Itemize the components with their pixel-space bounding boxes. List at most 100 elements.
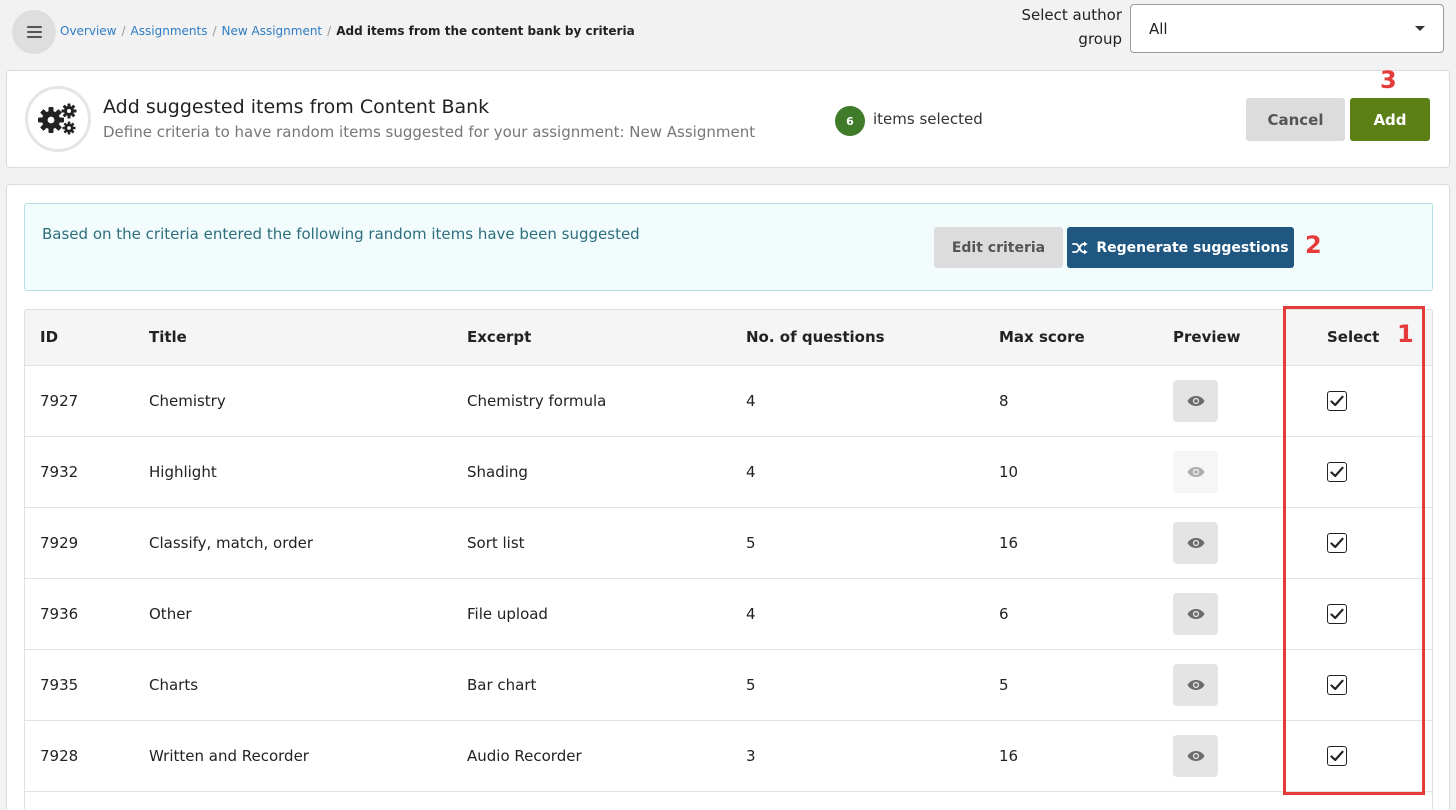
column-header-questions: No. of questions	[746, 310, 999, 366]
add-button[interactable]: Add	[1350, 98, 1430, 141]
top-bar: Overview / Assignments / New Assignment …	[0, 0, 1456, 66]
cell-id: 7928	[40, 746, 79, 765]
cell-questions: 4	[746, 462, 756, 481]
cell-excerpt: Sort list	[467, 533, 525, 552]
cell-id: 7927	[40, 391, 79, 410]
annotation-3: 3	[1380, 66, 1397, 94]
breadcrumb-assignments[interactable]: Assignments	[131, 24, 208, 38]
cell-excerpt: Chemistry formula	[467, 391, 607, 410]
column-header-excerpt: Excerpt	[467, 310, 746, 366]
hamburger-icon	[26, 26, 42, 38]
suggestions-card: Based on the criteria entered the follow…	[6, 184, 1450, 810]
select-checkbox[interactable]	[1327, 461, 1347, 482]
items-table-container: ID Title Excerpt No. of questions Max sc…	[24, 309, 1433, 810]
eye-icon	[1187, 395, 1205, 407]
cell-questions: 5	[746, 675, 756, 694]
hamburger-menu-button[interactable]	[12, 10, 56, 54]
annotation-1: 1	[1397, 320, 1414, 348]
table-row: 7929 Classify, match, order Sort list 5 16	[25, 507, 1432, 578]
table-header-row: ID Title Excerpt No. of questions Max sc…	[25, 310, 1432, 366]
column-header-preview: Preview	[1173, 310, 1297, 366]
cell-preview	[1173, 720, 1297, 791]
cell-title: Other	[149, 604, 192, 623]
cell-id: 7929	[40, 533, 79, 552]
breadcrumb-current: Add items from the content bank by crite…	[336, 24, 635, 38]
cell-questions: 4	[746, 604, 756, 623]
select-checkbox[interactable]	[1327, 532, 1347, 553]
table-row: 7936 Other File upload 4 6	[25, 578, 1432, 649]
cell-select	[1297, 365, 1432, 436]
checkmark-icon	[1330, 537, 1344, 549]
cell-preview	[1173, 365, 1297, 436]
preview-button[interactable]	[1173, 663, 1218, 706]
cell-title: Highlight	[149, 462, 217, 481]
select-checkbox[interactable]	[1327, 674, 1347, 695]
column-header-id: ID	[25, 310, 149, 366]
preview-button[interactable]	[1173, 521, 1218, 564]
column-header-title: Title	[149, 310, 467, 366]
eye-icon	[1187, 750, 1205, 762]
cell-title: Chemistry	[149, 391, 226, 410]
cell-preview	[1173, 649, 1297, 720]
cell-excerpt: Audio Recorder	[467, 746, 582, 765]
cell-id: 7936	[40, 604, 79, 623]
select-checkbox[interactable]	[1327, 745, 1347, 766]
page-title: Add suggested items from Content Bank	[103, 96, 490, 118]
cell-id: 7935	[40, 675, 79, 694]
cell-excerpt: Bar chart	[467, 675, 537, 694]
table-row: 7932 Highlight Shading 4 10	[25, 436, 1432, 507]
cell-excerpt: Shading	[467, 462, 528, 481]
cell-select	[1297, 649, 1432, 720]
breadcrumb-separator: /	[327, 24, 332, 38]
breadcrumb-overview[interactable]: Overview	[60, 24, 117, 38]
preview-button[interactable]	[1173, 592, 1218, 635]
cell-max-score: 8	[999, 391, 1009, 410]
selected-count-text: items selected	[873, 110, 983, 128]
table-body: 7927 Chemistry Chemistry formula 4 8 7932 High…	[25, 365, 1432, 791]
table-row: 7927 Chemistry Chemistry formula 4 8	[25, 365, 1432, 436]
cell-questions: 5	[746, 533, 756, 552]
cell-max-score: 16	[999, 533, 1019, 552]
eye-icon	[1187, 679, 1205, 691]
suggested-items-table: ID Title Excerpt No. of questions Max sc…	[25, 310, 1432, 792]
eye-icon	[1187, 466, 1205, 478]
cell-id: 7932	[40, 462, 79, 481]
shuffle-icon	[1072, 241, 1088, 254]
cell-excerpt: File upload	[467, 604, 548, 623]
breadcrumb: Overview / Assignments / New Assignment …	[60, 24, 635, 38]
checkmark-icon	[1330, 395, 1344, 407]
checkmark-icon	[1330, 750, 1344, 762]
suggestions-info-box: Based on the criteria entered the follow…	[24, 203, 1433, 291]
eye-icon	[1187, 608, 1205, 620]
suggestions-info-text: Based on the criteria entered the follow…	[42, 225, 640, 243]
author-group-select[interactable]: All	[1130, 4, 1444, 53]
cell-preview	[1173, 507, 1297, 578]
header-card: Add suggested items from Content Bank De…	[6, 70, 1450, 168]
cell-preview	[1173, 578, 1297, 649]
regenerate-suggestions-button[interactable]: Regenerate suggestions	[1067, 227, 1294, 268]
edit-criteria-button[interactable]: Edit criteria	[934, 227, 1063, 268]
preview-button[interactable]	[1173, 734, 1218, 777]
cell-select	[1297, 436, 1432, 507]
regenerate-suggestions-label: Regenerate suggestions	[1096, 239, 1289, 256]
cell-max-score: 5	[999, 675, 1009, 694]
preview-button	[1173, 450, 1218, 493]
page-subtitle: Define criteria to have random items sug…	[103, 123, 756, 141]
cell-questions: 4	[746, 391, 756, 410]
breadcrumb-new-assignment[interactable]: New Assignment	[222, 24, 323, 38]
checkmark-icon	[1330, 608, 1344, 620]
select-checkbox[interactable]	[1327, 603, 1347, 624]
cell-title: Classify, match, order	[149, 533, 314, 552]
breadcrumb-separator: /	[121, 24, 126, 38]
preview-button[interactable]	[1173, 379, 1218, 422]
select-checkbox[interactable]	[1327, 390, 1347, 411]
cell-select	[1297, 578, 1432, 649]
cell-max-score: 10	[999, 462, 1019, 481]
cell-select	[1297, 507, 1432, 578]
caret-down-icon	[1415, 26, 1425, 31]
gears-icon	[25, 86, 91, 152]
selected-count-badge: 6	[835, 106, 865, 136]
cancel-button[interactable]: Cancel	[1246, 98, 1345, 141]
annotation-2: 2	[1305, 231, 1322, 259]
table-row: 7935 Charts Bar chart 5 5	[25, 649, 1432, 720]
